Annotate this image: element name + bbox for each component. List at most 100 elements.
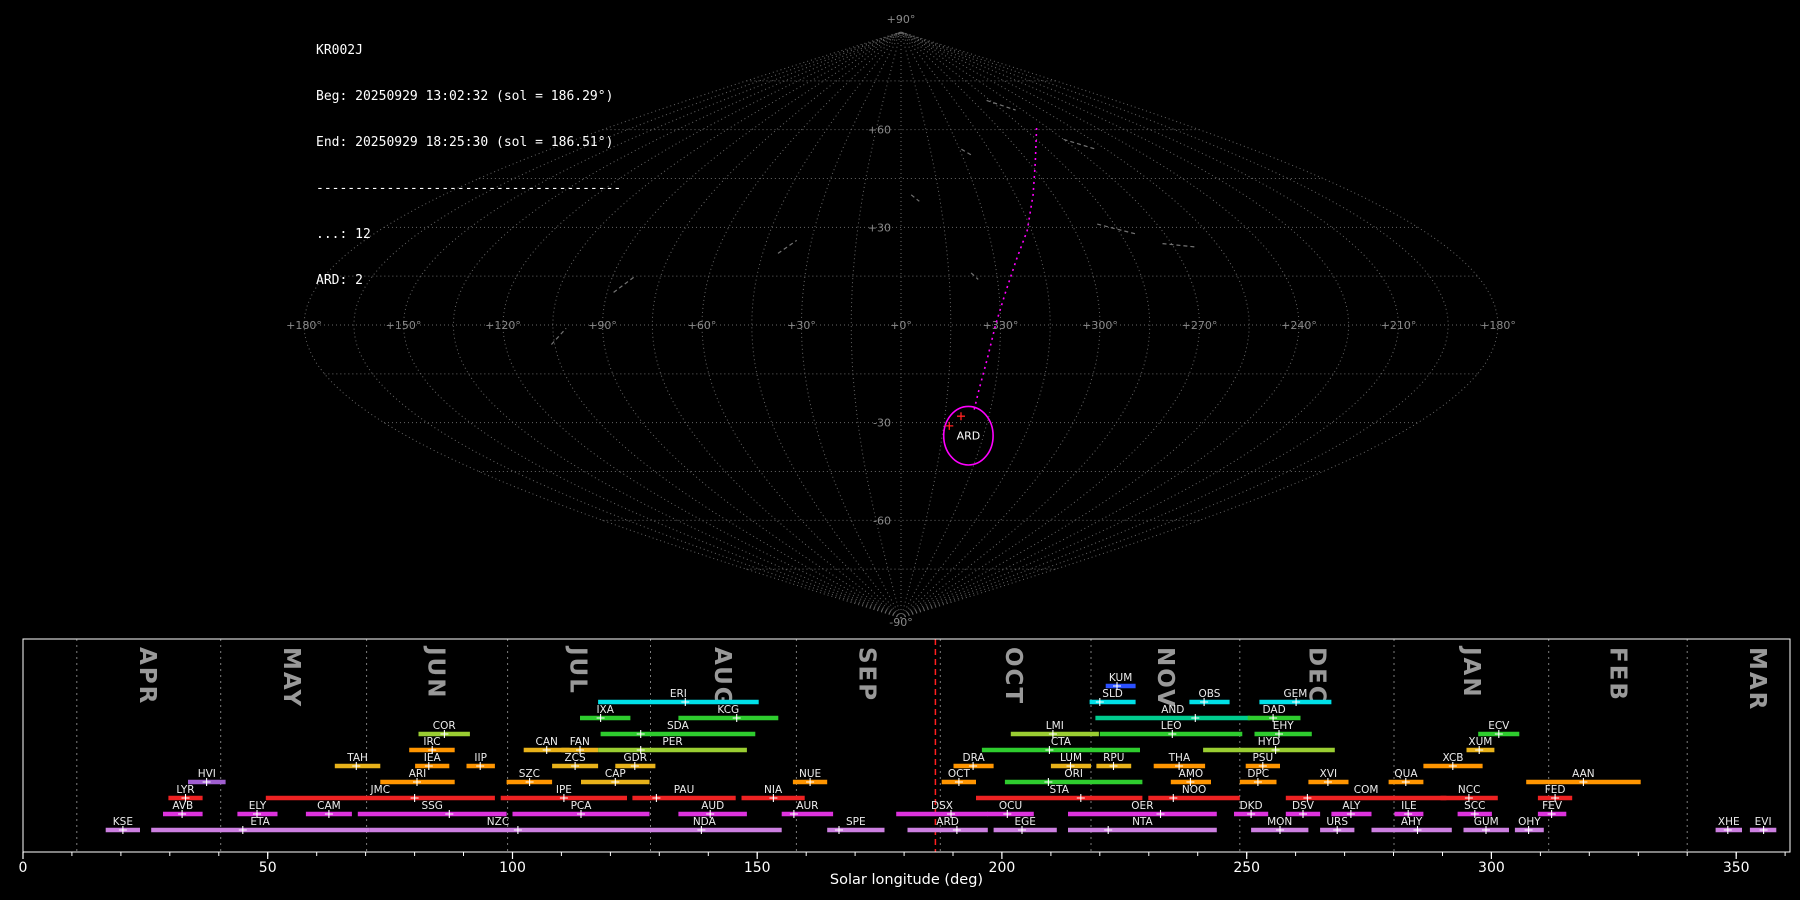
lon-label: +270° (1182, 319, 1218, 332)
shower-label-LMI: LMI (1046, 720, 1064, 732)
shower-label-ALY: ALY (1342, 800, 1361, 812)
shower-label-XHE: XHE (1718, 816, 1740, 828)
shower-label-RPU: RPU (1103, 752, 1124, 764)
shower-label-THA: THA (1168, 752, 1191, 764)
peak-marker-JMC (410, 794, 419, 802)
lon-label: +300° (1082, 319, 1118, 332)
shower-label-IXA: IXA (596, 704, 614, 716)
shower-label-GDR: GDR (624, 752, 648, 764)
north-pole-label: +90° (887, 13, 916, 26)
activity-chart: APR MAY JUN JUL AUG SEP OCT NOV DEC JAN FEB MAR0 50 1… (19, 638, 1791, 876)
meteor-trail (986, 99, 1016, 111)
peak-marker-NOO (1169, 794, 1178, 802)
shower-count: ARD: 2 (316, 272, 363, 288)
shower-label-NUE: NUE (799, 768, 821, 780)
shower-label-KUM: KUM (1109, 672, 1132, 684)
lon-label: +330° (983, 319, 1019, 332)
sky-grid-meridian (900, 31, 1201, 619)
shower-label-SPE: SPE (846, 816, 866, 828)
shower-label-NTA: NTA (1132, 816, 1153, 828)
radiant-label: ARD (957, 430, 981, 443)
lon-label: +0° (890, 319, 912, 332)
meteor-trail (910, 194, 920, 202)
shower-label-OER: OER (1131, 800, 1153, 812)
shower-label-AVB: AVB (172, 800, 193, 812)
lon-label: +210° (1381, 319, 1417, 332)
month-label: NOV (1152, 647, 1178, 709)
shower-label-CAP: CAP (605, 768, 626, 780)
shower-label-HVI: HVI (198, 768, 216, 780)
shower-label-NCC: NCC (1458, 784, 1481, 796)
month-label: APR (134, 647, 160, 705)
south-pole-label: -90° (889, 616, 912, 629)
lon-label: +60° (688, 319, 717, 332)
shower-label-IEA: IEA (424, 752, 442, 764)
shower-label-OBS: OBS (1199, 688, 1221, 700)
shower-label-AAN: AAN (1572, 768, 1595, 780)
month-label: AUG (709, 647, 735, 708)
month-label: JAN (1458, 645, 1484, 699)
lon-label: +150° (386, 319, 422, 332)
shower-label-LUM: LUM (1060, 752, 1082, 764)
shower-label-GUM: GUM (1474, 816, 1499, 828)
shower-label-AUR: AUR (796, 800, 818, 812)
month-label: OCT (1000, 647, 1026, 705)
lat-label: +30 (868, 221, 891, 234)
shower-meteor-marker (957, 412, 965, 421)
lon-label: +90° (588, 319, 617, 332)
shower-label-LEO: LEO (1161, 720, 1182, 732)
shower-label-SLD: SLD (1102, 688, 1123, 700)
shower-label-ARD: ARD (936, 816, 959, 828)
sporadic-count: ...: 12 (316, 226, 371, 242)
peak-marker-OER (1156, 810, 1165, 818)
shower-label-ZCS: ZCS (564, 752, 586, 764)
shower-label-OHY: OHY (1518, 816, 1541, 828)
meteor-radiant-screen: +180° +150° +120° +90° +60° +30° +0° +330° +300°… (0, 0, 1800, 900)
shower-label-KCG: KCG (717, 704, 739, 716)
shower-label-SCC: SCC (1464, 800, 1485, 812)
shower-label-AND: AND (1161, 704, 1184, 716)
shower-label-SZC: SZC (519, 768, 540, 780)
lat-label: -60 (873, 514, 891, 527)
x-axis-label: Solar longitude (deg) (829, 872, 984, 888)
shower-label-EGE: EGE (1014, 816, 1035, 828)
month-label: JUL (565, 645, 591, 695)
station-id: KR002J (316, 42, 363, 58)
shower-label-COR: COR (433, 720, 456, 732)
shower-label-DSX: DSX (931, 800, 953, 812)
shower-label-URS: URS (1326, 816, 1348, 828)
shower-label-SDA: SDA (667, 720, 690, 732)
lon-label: +120° (485, 319, 521, 332)
shower-label-IRC: IRC (423, 736, 440, 748)
shower-label-ETA: ETA (250, 816, 270, 828)
lon-label: +180° (1480, 319, 1516, 332)
lon-label: +30° (787, 319, 816, 332)
shower-label-AHY: AHY (1401, 816, 1423, 828)
shower-label-ELY: ELY (249, 800, 267, 812)
shower-label-DAD: DAD (1263, 704, 1286, 716)
shower-label-CAM: CAM (317, 800, 341, 812)
shower-label-JMC: JMC (370, 784, 391, 796)
shower-label-LYR: LYR (176, 784, 194, 796)
shower-label-PCA: PCA (571, 800, 593, 812)
shower-label-FAN: FAN (570, 736, 590, 748)
shower-label-MON: MON (1267, 816, 1292, 828)
month-label: DEC (1304, 647, 1330, 705)
lon-label: +240° (1281, 319, 1317, 332)
observation-info: KR002J Beg: 20250929 13:02:32 (sol = 186… (316, 12, 621, 319)
shower-label-NOO: NOO (1182, 784, 1206, 796)
shower-label-OCU: OCU (999, 800, 1022, 812)
peak-marker-SDA (636, 730, 645, 738)
shower-label-PSU: PSU (1252, 752, 1273, 764)
shower-label-PER: PER (662, 736, 682, 748)
shower-label-FEV: FEV (1542, 800, 1563, 812)
month-label: MAY (278, 647, 304, 708)
shower-label-CTA: CTA (1051, 736, 1072, 748)
shower-label-XVI: XVI (1320, 768, 1337, 780)
shower-label-DPC: DPC (1247, 768, 1269, 780)
shower-label-AUD: AUD (701, 800, 724, 812)
shower-label-ERI: ERI (670, 688, 687, 700)
shower-label-ECV: ECV (1488, 720, 1510, 732)
shower-label-XUM: XUM (1468, 736, 1492, 748)
shower-label-NDA: NDA (693, 816, 717, 828)
